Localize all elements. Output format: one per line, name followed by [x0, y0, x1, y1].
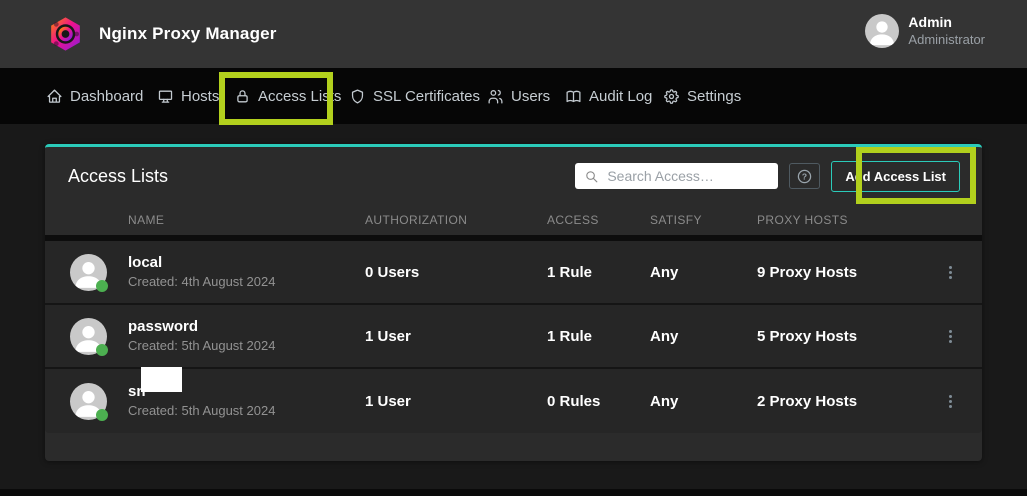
- column-header-satisfy: SATISFY: [650, 213, 757, 227]
- page-title: Access Lists: [68, 166, 168, 187]
- access-list-created: Created: 5th August 2024: [128, 337, 365, 355]
- access-list-avatar: [70, 383, 107, 420]
- access-list-created: Created: 4th August 2024: [128, 273, 365, 291]
- authorization-value: 1 User: [365, 393, 547, 410]
- table-row: password Created: 5th August 2024 1 User…: [45, 305, 982, 369]
- table-row: local Created: 4th August 2024 0 Users 1…: [45, 241, 982, 305]
- home-icon: [46, 88, 63, 105]
- lock-icon: [234, 88, 251, 105]
- access-list-name: local: [128, 252, 365, 273]
- user-role: Administrator: [908, 32, 985, 48]
- access-value: 1 Rule: [547, 264, 650, 281]
- shield-icon: [349, 88, 366, 105]
- access-value: 0 Rules: [547, 393, 650, 410]
- redaction-box: [141, 367, 182, 392]
- book-icon: [565, 88, 582, 105]
- row-actions-menu-icon[interactable]: [941, 259, 959, 285]
- online-status-dot: [96, 344, 108, 356]
- online-status-dot: [96, 409, 108, 421]
- column-header-access: ACCESS: [547, 213, 650, 227]
- satisfy-value: Any: [650, 264, 757, 281]
- user-menu[interactable]: Admin Administrator: [865, 14, 985, 48]
- nav-item-label: Audit Log: [589, 88, 652, 105]
- nav-item-label: Access Lists: [258, 88, 341, 105]
- nav-item-dashboard[interactable]: Dashboard: [46, 68, 143, 124]
- table-header-row: NAME AUTHORIZATION ACCESS SATISFY PROXY …: [45, 205, 982, 241]
- panel-header: Access Lists ? Add Access List: [45, 147, 982, 205]
- access-value: 1 Rule: [547, 328, 650, 345]
- nav-item-hosts[interactable]: Hosts: [157, 68, 219, 124]
- proxy-hosts-value: 2 Proxy Hosts: [757, 393, 915, 410]
- add-access-list-button[interactable]: Add Access List: [831, 161, 960, 192]
- top-header-bar: Nginx Proxy Manager Admin Administrator: [0, 0, 1027, 68]
- main-navbar: Dashboard Hosts Access Lists SSL Certifi…: [0, 68, 1027, 124]
- table-row: sn Created: 5th August 2024 1 User 0 Rul…: [45, 369, 982, 433]
- monitor-icon: [157, 88, 174, 105]
- access-lists-panel: Access Lists ? Add Access List NAME AUTH…: [45, 144, 982, 461]
- gear-icon: [663, 88, 680, 105]
- access-list-avatar: [70, 318, 107, 355]
- proxy-hosts-value: 5 Proxy Hosts: [757, 328, 915, 345]
- authorization-value: 0 Users: [365, 264, 547, 281]
- nav-item-label: Users: [511, 88, 550, 105]
- search-box: [575, 163, 778, 189]
- nav-item-label: Hosts: [181, 88, 219, 105]
- nav-item-ssl-certificates[interactable]: SSL Certificates: [349, 68, 480, 124]
- users-icon: [487, 88, 504, 105]
- column-header-authorization: AUTHORIZATION: [365, 213, 547, 227]
- nav-item-label: SSL Certificates: [373, 88, 480, 105]
- access-list-name: password: [128, 316, 365, 337]
- nav-item-access-lists[interactable]: Access Lists: [234, 68, 341, 124]
- access-list-created: Created: 5th August 2024: [128, 402, 365, 420]
- nav-item-settings[interactable]: Settings: [663, 68, 741, 124]
- nav-item-users[interactable]: Users: [487, 68, 550, 124]
- row-actions-menu-icon[interactable]: [941, 323, 959, 349]
- nginx-proxy-manager-logo-icon[interactable]: [47, 15, 84, 53]
- user-name: Admin: [908, 14, 985, 32]
- search-icon: [584, 169, 599, 184]
- help-icon: ?: [796, 168, 813, 185]
- proxy-hosts-value: 9 Proxy Hosts: [757, 264, 915, 281]
- window-bottom-edge: [0, 489, 1027, 496]
- satisfy-value: Any: [650, 393, 757, 410]
- nav-item-label: Dashboard: [70, 88, 143, 105]
- online-status-dot: [96, 280, 108, 292]
- column-header-name: NAME: [128, 213, 365, 227]
- column-header-proxy-hosts: PROXY HOSTS: [757, 213, 915, 227]
- row-actions-menu-icon[interactable]: [941, 388, 959, 414]
- satisfy-value: Any: [650, 328, 757, 345]
- nav-item-audit-log[interactable]: Audit Log: [565, 68, 652, 124]
- access-list-avatar: [70, 254, 107, 291]
- svg-text:?: ?: [802, 171, 807, 181]
- authorization-value: 1 User: [365, 328, 547, 345]
- app-title: Nginx Proxy Manager: [99, 24, 277, 44]
- help-button[interactable]: ?: [789, 163, 820, 189]
- nav-item-label: Settings: [687, 88, 741, 105]
- user-avatar: [865, 14, 899, 48]
- search-input[interactable]: [599, 168, 778, 184]
